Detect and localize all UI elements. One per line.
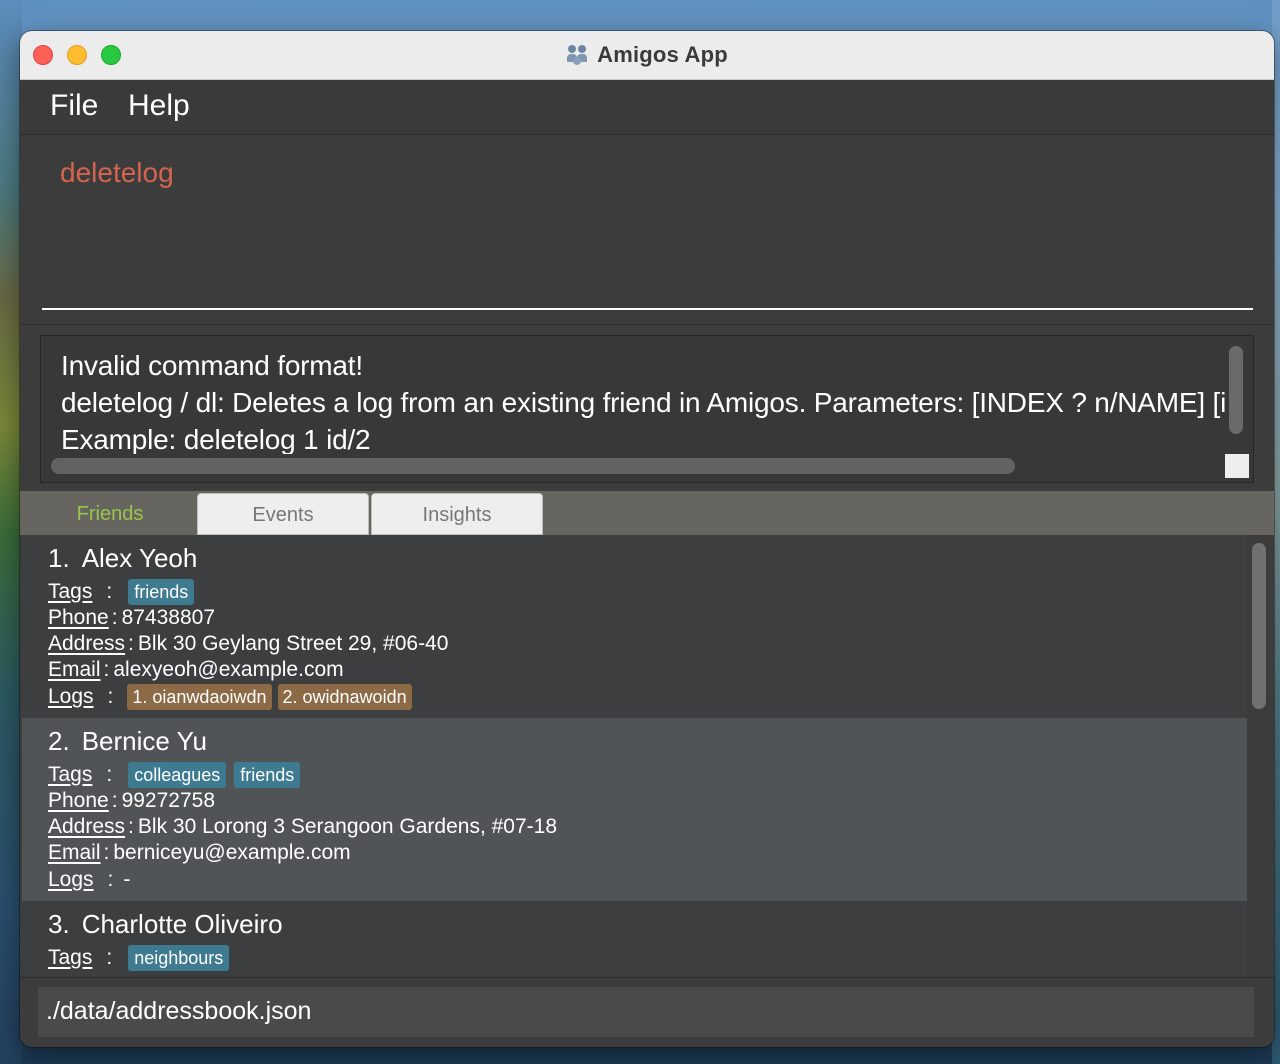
phone-row: Phone:87438807 (48, 606, 216, 629)
logs-row: Logs:1. oianwdaoiwdn 2. owidnawoidn (48, 684, 418, 710)
amigos-app-icon (566, 44, 588, 66)
tag-chip: friends (234, 762, 301, 788)
result-line-1: Invalid command format! (61, 350, 363, 381)
address-row: Address: Blk 30 Geylang Street 29, #06-40 (48, 632, 449, 655)
address-value: Blk 30 Geylang Street 29, #06-40 (137, 632, 449, 655)
friend-name-heading: 2. Bernice Yu (48, 726, 207, 757)
email-label: Email (48, 658, 101, 681)
result-text-viewport: Invalid command format! deletelog / dl: … (41, 336, 1227, 454)
command-box: deletelog (20, 135, 1274, 323)
tags-label: Tags (48, 946, 93, 969)
email-value: berniceyu@example.com (113, 841, 351, 864)
email-row: Email: berniceyu@example.com (48, 841, 351, 864)
friend-name-heading: 3. Charlotte Oliveiro (48, 909, 283, 940)
friend-card-selected[interactable]: 2. Bernice Yu Tags: colleagues friends Phon… (22, 718, 1247, 901)
address-row: Address: Blk 30 Lorong 3 Serangoon Garden… (48, 815, 558, 838)
tag-chip: friends (128, 579, 195, 605)
friend-name: Alex Yeoh (81, 543, 198, 573)
save-location-path: ./data/addressbook.json (46, 997, 312, 1025)
tags-row: Tags: friends (48, 579, 202, 605)
logs-empty-value: - (123, 868, 131, 891)
result-display[interactable]: Invalid command format! deletelog / dl: … (40, 335, 1254, 483)
email-label: Email (48, 841, 101, 864)
result-horizontal-scrollbar[interactable] (51, 458, 1015, 474)
scrollbar-corner (1225, 454, 1249, 478)
tags-label: Tags (48, 763, 93, 786)
command-input-underline (42, 308, 1253, 310)
friend-name: Bernice Yu (81, 726, 207, 756)
menu-bar: File Help (20, 80, 1274, 135)
result-vertical-scrollbar[interactable] (1229, 346, 1243, 434)
app-window: Amigos App File Help deletelog Invalid c… (20, 31, 1274, 1047)
email-row: Email: alexyeoh@example.com (48, 658, 344, 681)
result-display-panel: Invalid command format! deletelog / dl: … (20, 324, 1274, 491)
log-chip: 2. owidnawoidn (277, 684, 412, 710)
email-value: alexyeoh@example.com (113, 658, 344, 681)
title-bar: Amigos App (20, 31, 1274, 80)
desktop-wallpaper-left (0, 0, 22, 1064)
phone-row: Phone:99272758 (48, 789, 216, 812)
friend-card[interactable]: 3. Charlotte Oliveiro Tags: neighbours (22, 901, 1247, 977)
address-label: Address (48, 815, 126, 838)
logs-label: Logs (48, 685, 94, 708)
tab-insights[interactable]: Insights (371, 493, 543, 535)
friend-index: 3. (48, 909, 70, 939)
friend-list: 1. Alex Yeoh Tags: friends Phone:87438807 … (20, 535, 1274, 977)
tab-friends[interactable]: Friends (24, 493, 196, 535)
window-title: Amigos App (597, 42, 728, 67)
tag-chip: colleagues (128, 762, 227, 788)
friend-index: 2. (48, 726, 70, 756)
address-value: Blk 30 Lorong 3 Serangoon Gardens, #07-1… (137, 815, 558, 838)
friend-card[interactable]: 1. Alex Yeoh Tags: friends Phone:87438807 … (22, 535, 1247, 718)
tab-bar: Friends Events Insights (20, 491, 1274, 535)
tags-label: Tags (48, 580, 93, 603)
result-line-3: Example: deletelog 1 id/2 (61, 424, 371, 454)
logs-row: Logs: - (48, 868, 131, 891)
friend-list-scrollbar[interactable] (1252, 543, 1266, 709)
command-input[interactable]: deletelog (60, 157, 174, 189)
address-label: Address (48, 632, 126, 655)
phone-label: Phone (48, 606, 109, 629)
tag-chip: neighbours (128, 945, 230, 971)
tags-row: Tags: neighbours (48, 945, 237, 971)
friend-name-heading: 1. Alex Yeoh (48, 543, 197, 574)
phone-label: Phone (48, 789, 109, 812)
tab-events[interactable]: Events (197, 493, 369, 535)
title-wrapper: Amigos App (20, 31, 1274, 79)
status-bar-box: ./data/addressbook.json (38, 987, 1254, 1037)
phone-value: 87438807 (121, 606, 216, 629)
result-line-2: deletelog / dl: Deletes a log from an ex… (61, 387, 1227, 418)
friend-name: Charlotte Oliveiro (81, 909, 283, 939)
phone-value: 99272758 (121, 789, 216, 812)
friend-index: 1. (48, 543, 70, 573)
status-bar: ./data/addressbook.json (20, 977, 1274, 1047)
logs-label: Logs (48, 868, 94, 891)
log-chip: 1. oianwdaoiwdn (127, 684, 272, 710)
menu-file[interactable]: File (50, 89, 98, 123)
tags-row: Tags: colleagues friends (48, 762, 308, 788)
menu-help[interactable]: Help (128, 89, 190, 123)
